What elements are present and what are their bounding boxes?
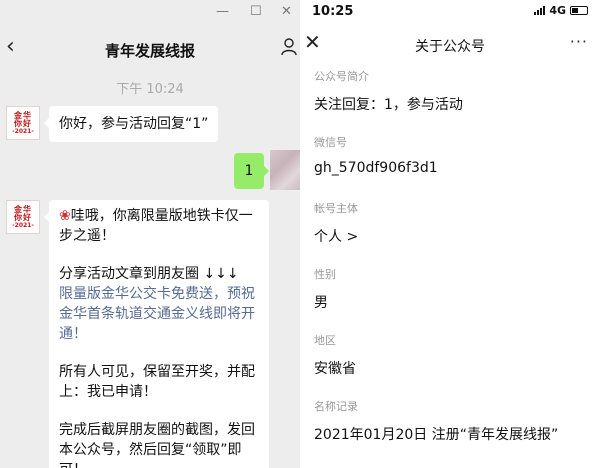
message-line: ❀哇哦，你离限量版地铁卡仅一步之遥！ xyxy=(59,208,253,244)
window-controls: — ☐ ✕ xyxy=(0,0,300,24)
message-line: 完成后截屏朋友圈的截图，发回本公众号，然后回复“领取”即可！ xyxy=(59,422,255,468)
field-label: 名称记录 xyxy=(314,400,358,413)
field-value-link[interactable]: 个人 > xyxy=(314,226,589,246)
more-icon[interactable]: ··· xyxy=(570,32,588,51)
message-timestamp: 下午 10:24 xyxy=(116,82,184,97)
field-value: 男 xyxy=(314,295,328,311)
status-time: 10:25 xyxy=(312,4,354,19)
status-indicators: 4G xyxy=(534,4,588,17)
info-field-region: 地区 安徽省 xyxy=(314,332,589,378)
field-label: 性别 xyxy=(314,268,336,281)
rose-icon: ❀ xyxy=(59,208,71,224)
page-title: 关于公众号 xyxy=(415,39,485,55)
message-link[interactable]: 限量版金华公交卡免费送，预祝金华首条轨道交通金义线即将开通！ xyxy=(59,284,259,344)
field-label: 公众号简介 xyxy=(314,70,369,83)
field-value: gh_570df906f3d1 xyxy=(314,160,438,176)
info-field-intro: 公众号简介 关注回复：1，参与活动 xyxy=(314,68,589,114)
field-label: 微信号 xyxy=(314,136,347,149)
account-avatar[interactable]: 金华 你好 -2021- xyxy=(6,200,40,234)
network-label: 4G xyxy=(549,4,566,17)
field-label: 地区 xyxy=(314,334,336,347)
profile-header: ✕ 关于公众号 ··· xyxy=(300,28,600,62)
user-avatar[interactable] xyxy=(270,150,300,190)
minimize-button[interactable]: — xyxy=(216,4,229,19)
field-value: 安徽省 xyxy=(314,361,356,377)
person-icon xyxy=(281,38,297,56)
info-field-owner[interactable]: 帐号主体 个人 > xyxy=(314,200,589,246)
message-line: 所有人可见，保留至开奖，并配上：我已申请！ xyxy=(59,364,255,400)
field-value: 2021年01月20日 注册“青年发展线报” xyxy=(314,427,559,443)
profile-icon[interactable] xyxy=(281,38,297,60)
info-field-name-history: 名称记录 2021年01月20日 注册“青年发展线报” xyxy=(314,398,589,444)
incoming-message[interactable]: 你好，参与活动回复“1” xyxy=(43,106,219,142)
info-field-gender: 性别 男 xyxy=(314,266,589,312)
maximize-button[interactable]: ☐ xyxy=(250,4,262,19)
account-info-screen: 10:25 4G ✕ 关于公众号 ··· 公众号简介 关注回复：1，参与活动 微… xyxy=(300,0,600,468)
incoming-message[interactable]: ❀哇哦，你离限量版地铁卡仅一步之遥！ 分享活动文章到朋友圈 ↓↓↓ 限量版金华公… xyxy=(44,200,269,468)
chat-window: — ☐ ✕ ‹ 青年发展线报 下午 10:24 金华 你好 -2021- 你好，… xyxy=(0,0,300,468)
chat-header: ‹ 青年发展线报 xyxy=(0,26,300,70)
info-field-wechat-id: 微信号 gh_570df906f3d1 xyxy=(314,134,589,176)
message-line: 分享活动文章到朋友圈 ↓↓↓ xyxy=(59,266,239,282)
account-avatar[interactable]: 金华 你好 -2021- xyxy=(6,106,40,140)
close-window-button[interactable]: ✕ xyxy=(281,4,292,19)
field-value: 关注回复：1，参与活动 xyxy=(314,97,463,113)
outgoing-message[interactable]: 1 xyxy=(234,153,269,189)
signal-icon xyxy=(534,6,546,15)
chat-title: 青年发展线报 xyxy=(104,42,195,60)
field-label: 帐号主体 xyxy=(314,202,358,215)
battery-icon xyxy=(570,6,588,15)
